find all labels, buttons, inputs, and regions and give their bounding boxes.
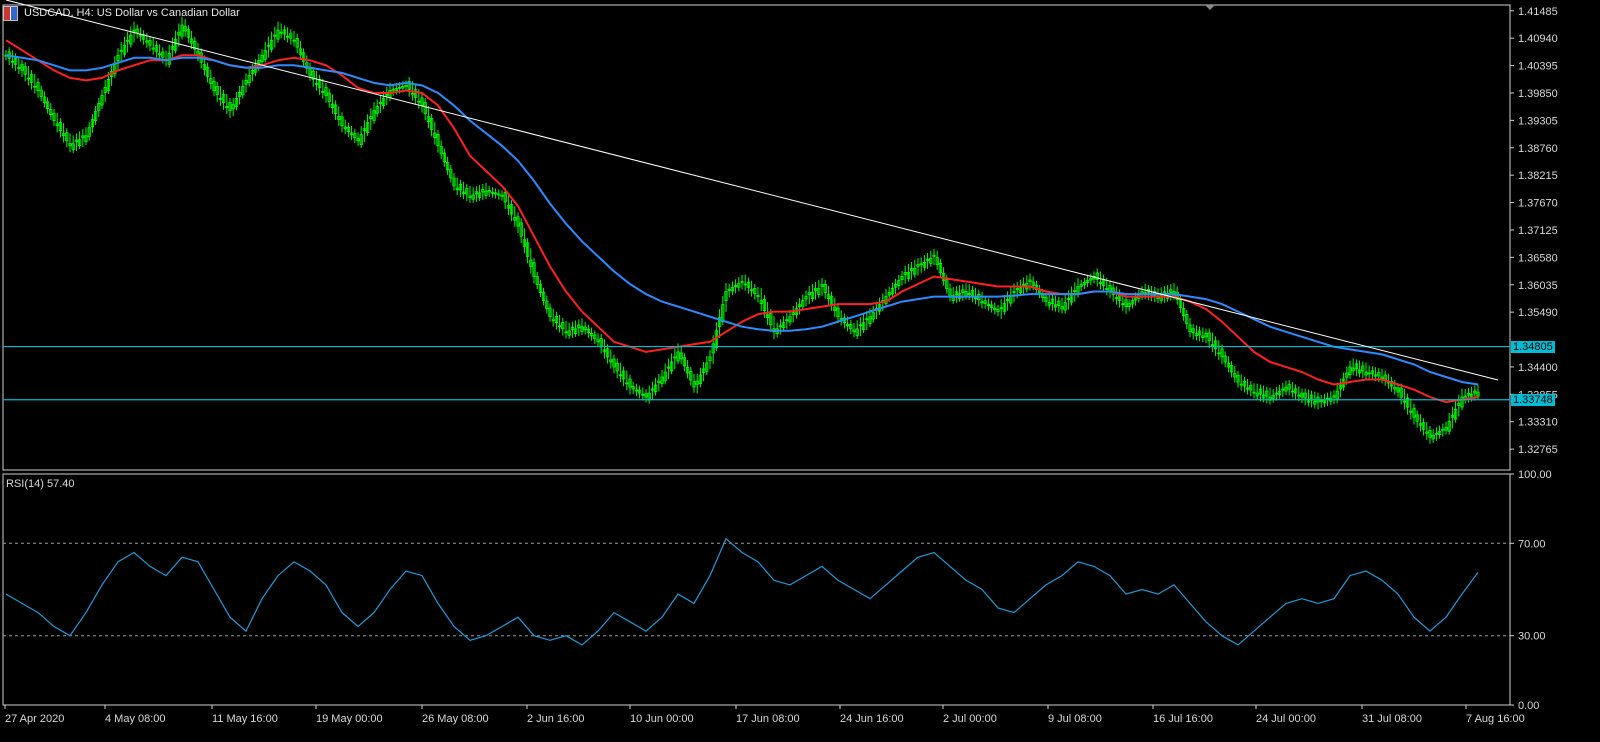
price-tick-label: 1.38760 — [1518, 143, 1558, 155]
price-pane[interactable]: 1.41485 1.40940 1.40395 1.39850 1.39305 1.387… — [2, 0, 1558, 471]
price-tick-label: 1.36580 — [1518, 252, 1558, 264]
price-tick-label: 1.33310 — [1518, 417, 1558, 429]
price-tick-label: 1.35490 — [1518, 307, 1558, 319]
price-tick-label: 1.32765 — [1518, 444, 1558, 456]
time-tick-label: 2 Jun 16:00 — [527, 713, 585, 725]
level-price-tag: 1.33748 — [1511, 393, 1555, 406]
price-tick-label: 1.39305 — [1518, 115, 1558, 127]
price-tick-label: 1.37125 — [1518, 225, 1558, 237]
time-tick-label: 7 Aug 16:00 — [1466, 713, 1525, 725]
rsi-tick-label: 30.00 — [1518, 631, 1546, 643]
shift-marker-icon — [1205, 5, 1215, 10]
time-tick-label: 24 Jul 00:00 — [1256, 713, 1316, 725]
price-tick-label: 1.37670 — [1518, 198, 1558, 210]
time-tick-label: 17 Jun 08:00 — [736, 713, 800, 725]
price-tick-label: 1.38215 — [1518, 170, 1558, 182]
time-tick-label: 10 Jun 00:00 — [630, 713, 694, 725]
price-tick-label: 1.41485 — [1518, 6, 1558, 18]
rsi-title: RSI(14) 57.40 — [6, 478, 74, 490]
rsi-tick-label: 100.00 — [1518, 469, 1552, 481]
time-tick-label: 24 Jun 16:00 — [840, 713, 904, 725]
time-axis: 27 Apr 2020 4 May 08:00 11 May 16:00 19 May… — [4, 705, 1525, 725]
time-tick-label: 16 Jul 16:00 — [1153, 713, 1213, 725]
price-tick-label: 1.39850 — [1518, 88, 1558, 100]
price-tick-label: 1.40940 — [1518, 33, 1558, 45]
rsi-tick-label: 70.00 — [1518, 538, 1546, 550]
time-tick-label: 4 May 08:00 — [105, 713, 166, 725]
price-tick-label: 1.36035 — [1518, 280, 1558, 292]
rsi-pane[interactable]: 100.00 70.00 30.00 0.00 RSI(14) 57.40 — [2, 469, 1552, 712]
trend-line — [5, 0, 1499, 381]
time-tick-label: 31 Jul 08:00 — [1362, 713, 1422, 725]
time-tick-label: 2 Jul 00:00 — [943, 713, 997, 725]
level-price-tag: 1.34805 — [1511, 340, 1555, 353]
time-tick-label: 27 Apr 2020 — [5, 713, 64, 725]
price-tick-label: 1.40395 — [1518, 61, 1558, 73]
time-tick-label: 9 Jul 08:00 — [1048, 713, 1102, 725]
rsi-tick-label: 0.00 — [1518, 700, 1539, 712]
time-tick-label: 19 May 00:00 — [316, 713, 383, 725]
time-tick-label: 11 May 16:00 — [212, 713, 278, 725]
price-tick-label: 1.34400 — [1518, 362, 1558, 374]
chart-canvas[interactable]: 1.41485 1.40940 1.40395 1.39850 1.39305 1.387… — [0, 0, 1600, 742]
rsi-pane-frame — [2, 473, 1511, 706]
time-tick-label: 26 May 08:00 — [422, 713, 489, 725]
rsi-line — [5, 537, 1479, 646]
